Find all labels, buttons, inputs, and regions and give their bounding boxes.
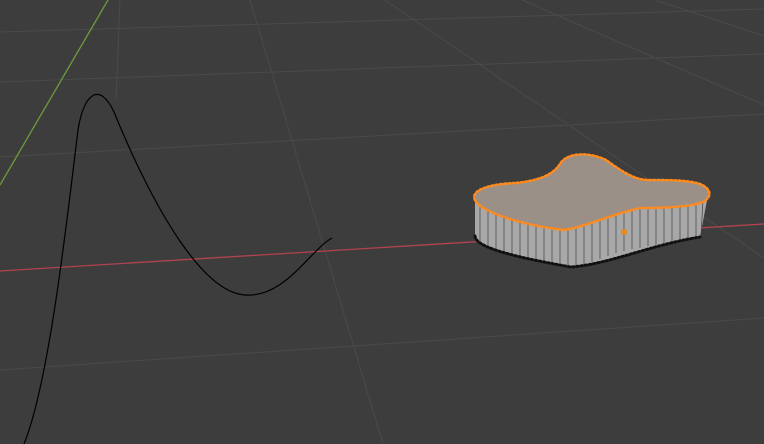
grid-line [0,8,764,33]
grid-line [0,113,764,158]
grid-line [249,0,384,444]
extruded-blob-mesh[interactable] [472,153,711,269]
grid-line [521,0,764,106]
y-axis-line [0,0,109,186]
object-origin-point[interactable] [621,229,627,235]
grid-line [115,0,121,101]
grid-line [0,317,764,371]
grid-line [0,53,764,83]
viewport-canvas[interactable] [0,0,764,444]
3d-viewport[interactable] [0,0,764,444]
grid-line [654,0,764,37]
